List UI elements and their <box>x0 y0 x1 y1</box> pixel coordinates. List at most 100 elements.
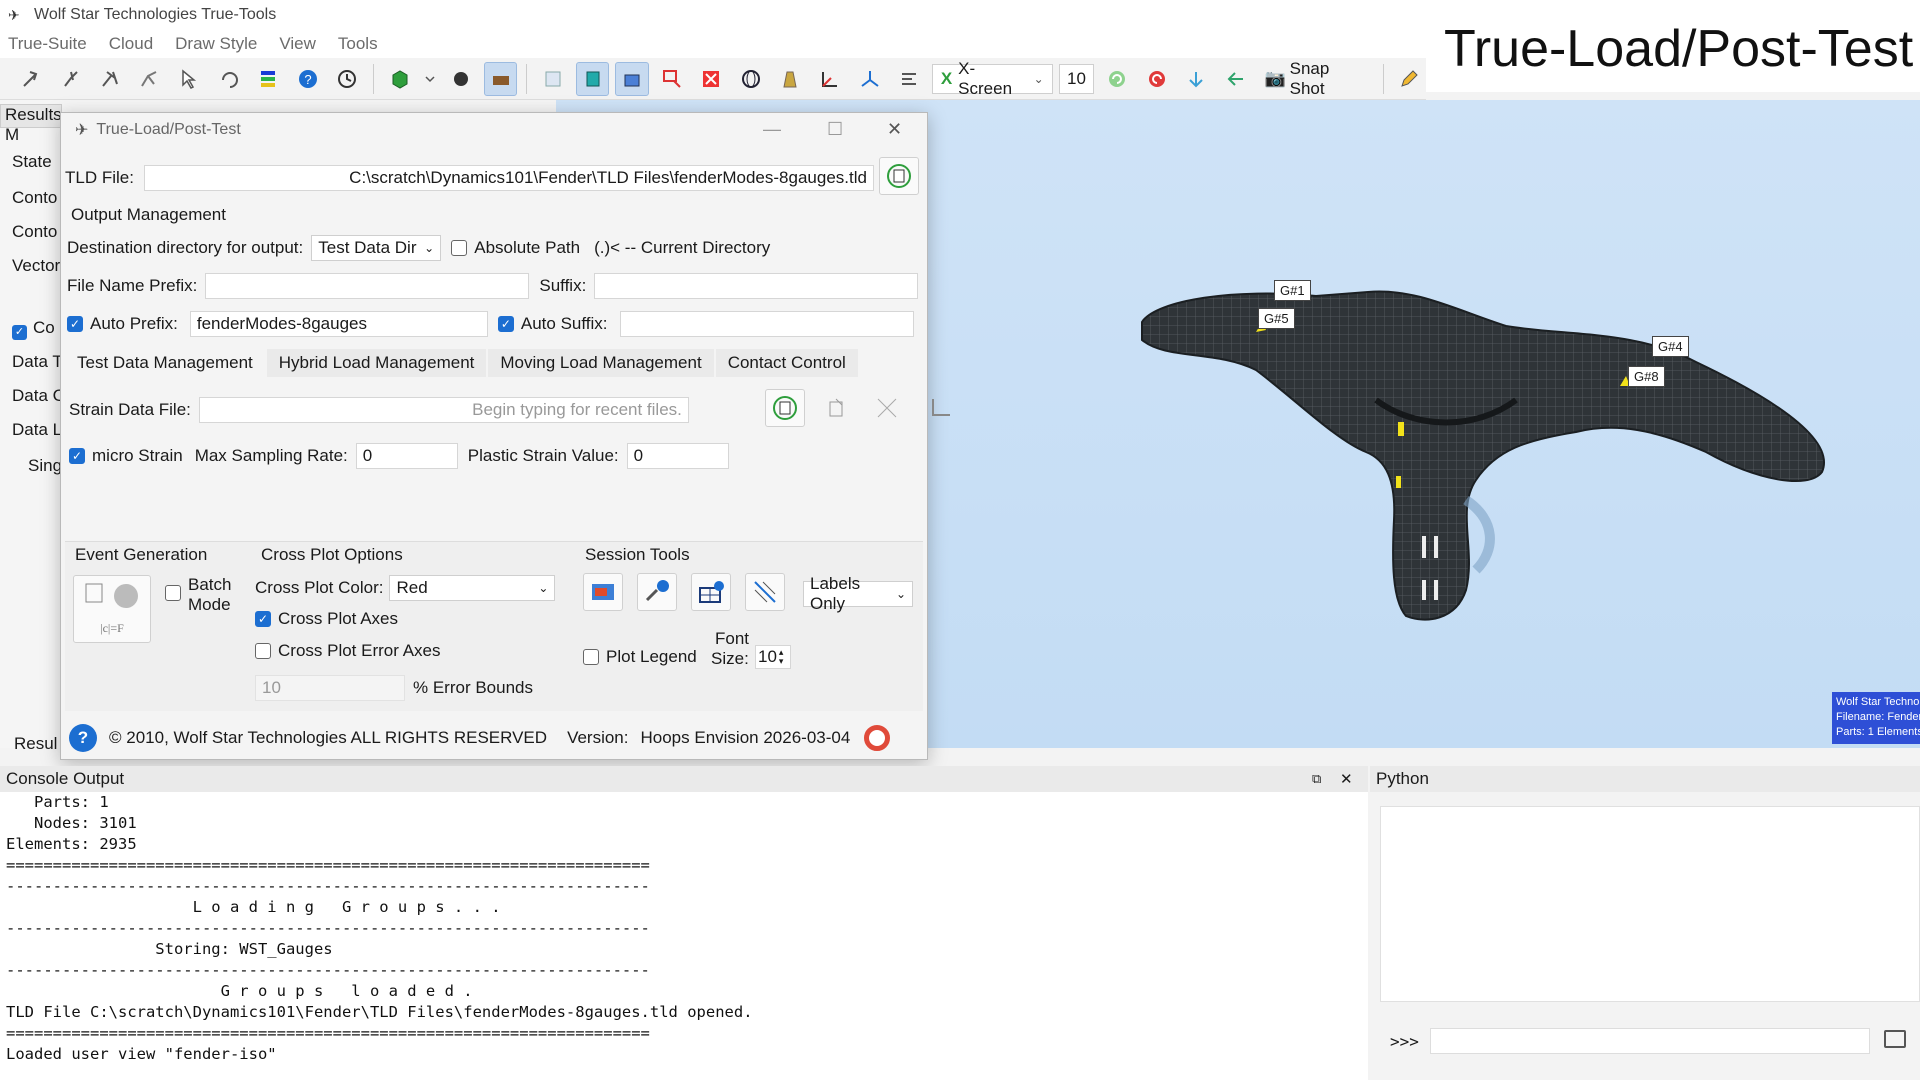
export-file-button[interactable] <box>817 389 857 427</box>
open-tld-button[interactable] <box>879 157 919 195</box>
close-icon[interactable]: ✕ <box>887 119 902 140</box>
triad-icon[interactable] <box>853 62 887 96</box>
chevron-down-icon[interactable] <box>422 62 438 96</box>
number-input[interactable]: 10 <box>1058 63 1095 94</box>
tab-hybrid-load[interactable]: Hybrid Load Management <box>266 349 487 377</box>
gauge-label[interactable]: G#1 <box>1274 280 1311 301</box>
console-line: ----------------------------------------… <box>6 877 650 895</box>
screen-select-value: X-Screen <box>958 58 1013 98</box>
zoom-box-icon[interactable] <box>655 62 689 96</box>
fit-view-icon[interactable] <box>536 62 570 96</box>
globe-icon[interactable] <box>734 62 768 96</box>
surface-icon[interactable] <box>483 61 518 96</box>
gauge-label[interactable]: G#4 <box>1652 336 1689 357</box>
dest-dir-value: Test Data Dir <box>318 238 417 257</box>
edit-pencil-icon[interactable] <box>1393 62 1427 96</box>
open-strain-button[interactable] <box>765 389 805 427</box>
tab-moving-load[interactable]: Moving Load Management <box>488 349 714 377</box>
gauge-label[interactable]: G#5 <box>1258 308 1295 329</box>
menu-view[interactable]: View <box>279 34 316 54</box>
plot-legend-checkbox[interactable] <box>583 649 599 665</box>
split-down-icon[interactable] <box>1179 62 1213 96</box>
zoom-extents-icon[interactable] <box>695 62 729 96</box>
auto-prefix-input[interactable]: fenderModes-8gauges <box>189 311 488 337</box>
cross-plot-axes-checkbox[interactable]: ✓ <box>255 611 271 627</box>
data-c-label: Data C <box>12 386 65 405</box>
max-sampling-input[interactable]: 0 <box>355 443 458 469</box>
dest-dir-select[interactable]: Test Data Dir ⌄ <box>311 235 442 261</box>
front-view-icon[interactable] <box>575 61 610 96</box>
folder-icon[interactable] <box>1884 1030 1906 1048</box>
cross-plot-color-select[interactable]: Red ⌄ <box>389 575 556 601</box>
sphere-icon[interactable] <box>444 62 478 96</box>
session-info-button[interactable] <box>637 573 677 611</box>
split-left-icon[interactable] <box>1219 62 1253 96</box>
tld-file-input[interactable]: C:\scratch\Dynamics101\Fender\TLD Files\… <box>143 165 874 191</box>
contour-legend-icon[interactable] <box>251 62 285 96</box>
results-bottom-tab[interactable]: Resul <box>14 734 57 754</box>
cube-icon[interactable] <box>383 62 417 96</box>
console-line: L o a d i n g G r o u p s . . . <box>6 898 501 916</box>
section-icon[interactable] <box>892 62 926 96</box>
absolute-path-checkbox[interactable] <box>451 240 468 256</box>
iso-view-icon[interactable] <box>615 61 649 96</box>
suffix-input[interactable] <box>594 273 919 299</box>
cross-plot-error-checkbox[interactable] <box>255 643 271 659</box>
rotate-tool-icon[interactable] <box>212 62 246 96</box>
tab-contact-control[interactable]: Contact Control <box>715 349 858 377</box>
select-cursor-icon[interactable] <box>172 62 206 96</box>
screen-select[interactable]: X X-Screen ⌄ <box>931 59 1053 98</box>
axes-icon[interactable] <box>813 62 847 96</box>
gauge-label[interactable]: G#8 <box>1628 366 1665 387</box>
multi-pin-icon[interactable] <box>93 62 127 96</box>
plot-axes-button[interactable] <box>921 389 961 427</box>
console-output[interactable]: Parts: 1 Nodes: 3101 Elements: 2935 ======… <box>0 792 1368 1080</box>
error-bounds-input[interactable]: 10 <box>255 675 405 701</box>
refresh-green-icon[interactable] <box>1100 62 1134 96</box>
tab-test-data[interactable]: Test Data Management <box>65 349 265 377</box>
cross-plot-error-row: Cross Plot Error Axes <box>255 641 441 661</box>
labels-select[interactable]: Labels Only ⌄ <box>803 574 913 613</box>
python-input[interactable] <box>1430 1028 1870 1054</box>
main-tabs: Test Data Management Hybrid Load Managem… <box>65 349 925 377</box>
session-table-button[interactable] <box>691 573 731 611</box>
strain-input[interactable]: Begin typing for recent files. <box>198 397 689 423</box>
auto-prefix-checkbox[interactable]: ✓ <box>67 316 83 332</box>
batch-mode-checkbox[interactable] <box>165 585 181 601</box>
menu-draw-style[interactable]: Draw Style <box>175 34 257 54</box>
event-generation-button[interactable]: |c|=F <box>73 575 151 643</box>
arrow-tool-icon[interactable] <box>14 62 48 96</box>
session-pattern-button[interactable] <box>745 573 785 611</box>
plastic-strain-input[interactable]: 0 <box>626 443 729 469</box>
float-icon[interactable]: ⧉ <box>1312 771 1321 787</box>
grid-fill-icon[interactable] <box>774 62 808 96</box>
auto-suffix-checkbox[interactable]: ✓ <box>497 316 514 332</box>
font-size-label-group: Font Size: <box>711 629 749 669</box>
history-icon[interactable] <box>330 62 364 96</box>
maximize-icon[interactable]: ☐ <box>827 119 843 140</box>
menu-true-suite[interactable]: True-Suite <box>8 34 87 54</box>
undo-red-icon[interactable] <box>1140 62 1174 96</box>
console-line: Parts: 1 <box>6 793 109 811</box>
lifebuoy-icon[interactable] <box>864 725 891 751</box>
help-icon[interactable]: ? <box>291 62 325 96</box>
menu-tools[interactable]: Tools <box>338 34 378 54</box>
co-checkbox-row[interactable]: ✓ Co <box>12 318 55 340</box>
spread-tool-icon[interactable] <box>133 62 167 96</box>
session-open-button[interactable] <box>583 573 623 611</box>
snapshot-button[interactable]: 📷 Snap Shot <box>1258 59 1373 98</box>
micro-strain-checkbox[interactable]: ✓ <box>69 448 85 464</box>
menu-cloud[interactable]: Cloud <box>109 34 153 54</box>
pattern-button[interactable] <box>867 389 907 427</box>
export-file-icon <box>829 398 843 417</box>
python-output[interactable] <box>1380 806 1920 1002</box>
pin-tool-icon[interactable] <box>54 62 88 96</box>
font-size-spinner[interactable]: 10 ▴ ▾ <box>755 645 791 669</box>
help-icon[interactable]: ? <box>69 724 97 752</box>
close-icon[interactable]: ✕ <box>1340 770 1353 788</box>
results-tab[interactable]: Results M <box>0 104 62 144</box>
cross-plot-axes-row: ✓ Cross Plot Axes <box>255 609 398 629</box>
prefix-input[interactable] <box>205 273 530 299</box>
minimize-icon[interactable]: — <box>763 119 781 140</box>
auto-suffix-input[interactable] <box>619 311 914 337</box>
